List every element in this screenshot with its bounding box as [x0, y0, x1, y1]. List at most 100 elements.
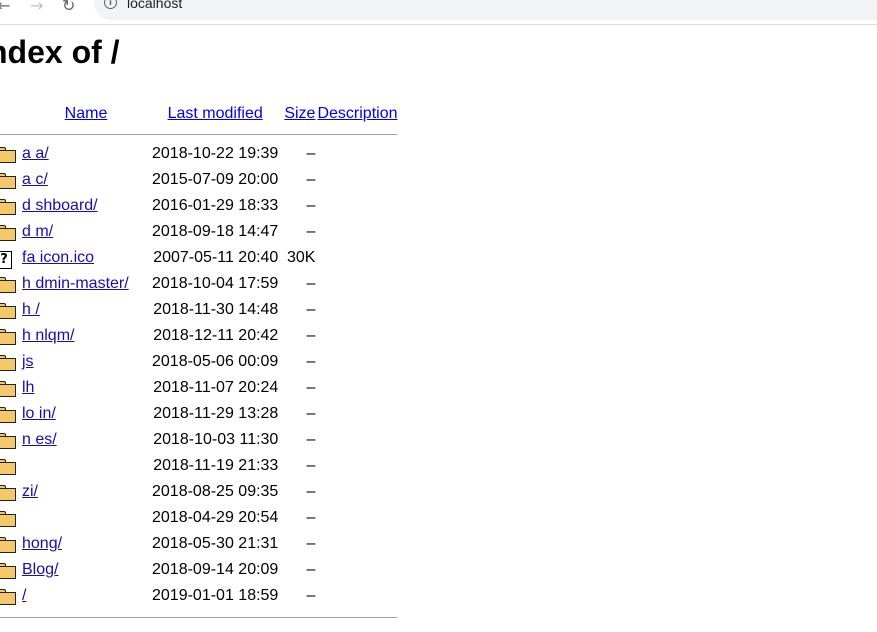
file-link[interactable]: zi/	[22, 483, 38, 500]
row-icon-cell	[0, 505, 20, 531]
file-link[interactable]: d shboard/	[22, 197, 98, 214]
row-description-cell	[315, 583, 397, 609]
file-link[interactable]: lh	[22, 379, 34, 396]
row-icon-cell	[0, 375, 20, 401]
row-name-cell: n es/	[20, 427, 150, 453]
row-size-cell: –	[306, 353, 316, 370]
row-name-cell: Blog/	[20, 557, 150, 583]
row-name-cell	[20, 453, 150, 479]
file-link[interactable]: lo in/	[22, 405, 56, 422]
row-modified-cell: 2018-11-19 21:33	[153, 457, 279, 474]
row-icon-cell	[0, 401, 20, 427]
file-link[interactable]: n es/	[22, 431, 57, 448]
address-bar[interactable]	[94, 0, 877, 20]
header-description-cell: Description	[315, 101, 397, 127]
row-icon-cell	[0, 583, 20, 609]
row-size-cell: –	[306, 457, 316, 474]
row-size-cell: –	[306, 301, 316, 318]
table-row: h nlqm/2018-12-11 20:42 –	[0, 323, 397, 349]
address-url[interactable]: localhost	[127, 0, 182, 11]
file-link[interactable]: h nlqm/	[22, 327, 74, 344]
file-link[interactable]: /	[22, 587, 26, 604]
row-modified-cell: 2018-11-29 13:28	[153, 405, 279, 422]
row-description-cell	[315, 219, 397, 245]
browser-toolbar: ← → ↻ i localhost	[0, 0, 877, 25]
row-modified-cell: 2016-01-29 18:33	[152, 197, 279, 214]
folder-icon	[0, 173, 16, 189]
sort-by-size-link[interactable]: Size	[284, 105, 315, 122]
row-description-cell	[315, 193, 397, 219]
file-link[interactable]: fa icon.ico	[22, 249, 94, 266]
row-description-cell	[315, 297, 397, 323]
directory-listing: Name Last modified Size Description a a/…	[0, 101, 398, 621]
file-link[interactable]: Blog/	[22, 561, 58, 578]
row-description-cell	[315, 557, 397, 583]
row-icon-cell	[0, 193, 20, 219]
file-link[interactable]: h dmin-master/	[22, 275, 129, 292]
folder-icon	[0, 381, 16, 397]
row-modified-cell: 2018-09-18 14:47	[152, 223, 279, 240]
unknown-file-icon: ?	[0, 251, 12, 269]
row-icon-cell	[0, 167, 20, 193]
file-link[interactable]: js	[22, 353, 34, 370]
table-row: 2018-04-29 20:54 –	[0, 505, 397, 531]
row-name-cell	[20, 505, 150, 531]
file-link[interactable]: d m/	[22, 223, 53, 240]
table-row: lo in/2018-11-29 13:28 –	[0, 401, 397, 427]
row-modified-cell: 2018-11-07 20:24	[153, 379, 279, 396]
row-size-cell: –	[306, 223, 316, 240]
table-row: a c/2015-07-09 20:00 –	[0, 167, 397, 193]
header-size-cell: Size	[282, 101, 315, 127]
row-icon-cell	[0, 557, 20, 583]
row-description-cell	[315, 349, 397, 375]
file-link[interactable]: a a/	[22, 145, 49, 162]
row-icon-cell	[0, 323, 20, 349]
row-icon-cell	[0, 141, 20, 167]
row-size-cell: –	[306, 145, 316, 162]
folder-icon	[0, 407, 16, 423]
sort-by-name-link[interactable]: Name	[65, 105, 108, 122]
row-description-cell	[315, 271, 397, 297]
file-link[interactable]: hong/	[22, 535, 62, 552]
folder-icon	[0, 537, 16, 553]
table-row: / 2019-01-01 18:59 –	[0, 583, 397, 609]
folder-icon	[0, 511, 16, 527]
table-row: ? fa icon.ico 2007-05-11 20:40 30K	[0, 245, 397, 271]
folder-icon	[0, 563, 16, 579]
folder-icon	[0, 277, 16, 293]
sort-by-description-link[interactable]: Description	[317, 105, 397, 122]
row-description-cell	[315, 427, 397, 453]
row-description-cell	[315, 167, 397, 193]
row-modified-cell: 2018-10-03 11:30	[153, 431, 279, 448]
arrow-left-icon[interactable]: ←	[0, 0, 10, 15]
folder-icon	[0, 225, 16, 241]
footer-separator	[0, 609, 398, 621]
row-name-cell: a a/	[20, 141, 150, 167]
table-row: d m/2018-09-18 14:47 –	[0, 219, 397, 245]
arrow-right-icon[interactable]: →	[30, 0, 43, 15]
row-size-cell: –	[306, 509, 316, 526]
table-row: Blog/2018-09-14 20:09 –	[0, 557, 397, 583]
row-size-cell: –	[306, 171, 316, 188]
row-icon-cell	[0, 531, 20, 557]
row-icon-cell	[0, 271, 20, 297]
header-name-cell: Name	[20, 101, 150, 127]
row-icon-cell	[0, 453, 20, 479]
row-size-cell: –	[306, 535, 316, 552]
row-name-cell: js	[20, 349, 150, 375]
row-name-cell: hong/	[20, 531, 150, 557]
table-row: lh 2018-11-07 20:24 –	[0, 375, 397, 401]
row-modified-cell: 2018-10-04 17:59	[152, 275, 279, 292]
table-row: n es/2018-10-03 11:30 –	[0, 427, 397, 453]
row-icon-cell	[0, 297, 20, 323]
file-link[interactable]: a c/	[22, 171, 48, 188]
row-icon-cell	[0, 479, 20, 505]
folder-icon	[0, 433, 16, 449]
row-name-cell: lo in/	[20, 401, 150, 427]
reload-icon[interactable]: ↻	[62, 0, 75, 15]
row-name-cell: fa icon.ico	[20, 245, 150, 271]
file-link[interactable]: h /	[22, 301, 40, 318]
table-row: js 2018-05-06 00:09 –	[0, 349, 397, 375]
row-modified-cell: 2018-08-25 09:35	[152, 483, 279, 500]
sort-by-modified-link[interactable]: Last modified	[168, 105, 263, 122]
